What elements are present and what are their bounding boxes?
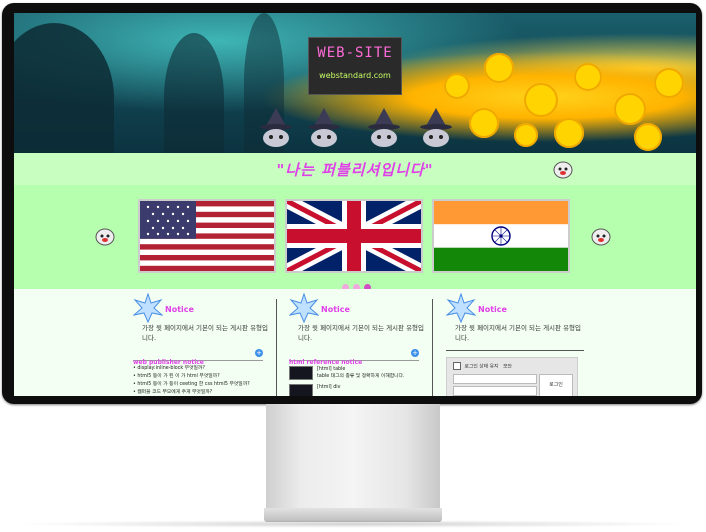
password-input[interactable]	[453, 386, 537, 396]
flower-shape	[574, 63, 602, 91]
monitor-bezel: WEB-SITE webstandard.com "나는 퍼블리셔입니다" No…	[2, 3, 702, 404]
prev-arrow-mascot-icon[interactable]	[94, 225, 116, 247]
usa-flag-slide[interactable]	[138, 199, 276, 273]
starburst-icon	[133, 293, 163, 323]
starburst-icon	[446, 293, 476, 323]
witch-character-icon	[308, 108, 340, 147]
notice-column: Notice 가장 윗 페이지에서 기본이 되는 게시판 유형입니다. web …	[133, 289, 283, 396]
column-divider	[276, 299, 277, 396]
notice-title: Notice	[165, 305, 194, 314]
thumbnail-tag: [html] table	[317, 367, 346, 372]
list-item[interactable]: • html5 등이 가 된 이 가 html 무엇일까?	[133, 373, 273, 381]
tree-shape	[164, 33, 224, 153]
thumbnail-image	[289, 366, 313, 380]
logo-subtitle: webstandard.com	[319, 71, 391, 80]
flower-shape	[469, 108, 499, 138]
image-slider	[14, 185, 696, 291]
login-options: 로그인 상태 유지 보안	[453, 362, 512, 370]
board-header: web publisher notice +	[133, 349, 263, 366]
thumbnail-tag: [html] div	[317, 385, 341, 390]
thumbnail-text: table 태그의 종류 및 정확하게 이해합니다.	[317, 374, 405, 379]
list-item-text[interactable]: 웹퍼블 코드 부모에게 주게 무엇일까?	[137, 390, 212, 395]
column-divider	[432, 299, 433, 396]
site-logo[interactable]: WEB-SITE webstandard.com	[308, 37, 402, 95]
more-button[interactable]: +	[411, 349, 419, 357]
list-item-text[interactable]: html5 등이 가 등이 ceeting 한 css html5 무엇일까?	[137, 382, 249, 387]
more-button[interactable]: +	[255, 349, 263, 357]
login-button[interactable]: 로그인	[539, 374, 573, 396]
monitor-stand	[266, 404, 440, 510]
list-item-text[interactable]: display:inline-block 무엇일까?	[137, 366, 205, 371]
uk-flag-slide[interactable]	[285, 199, 423, 273]
witch-character-icon	[368, 108, 400, 147]
section-divider	[446, 350, 584, 351]
notice-description: 가장 윗 페이지에서 기본이 되는 게시판 유형입니다.	[298, 324, 425, 342]
list-item-text[interactable]: html5 등이 가 된 이 가 html 무엇일까?	[137, 374, 219, 379]
notice-column: Notice 가장 윗 페이지에서 기본이 되는 게시판 유형입니다. html…	[289, 289, 439, 396]
flower-shape	[524, 83, 558, 117]
notice-header: Notice	[446, 293, 586, 323]
list-item[interactable]: • html5 등이 가 등이 ceeting 한 css html5 무엇일까…	[133, 381, 273, 389]
notice-description: 가장 윗 페이지에서 기본이 되는 게시판 유형입니다.	[455, 324, 582, 342]
notice-title: Notice	[478, 305, 507, 314]
screen: WEB-SITE webstandard.com "나는 퍼블리셔입니다" No…	[14, 13, 696, 396]
board-header: html reference notice +	[289, 349, 419, 366]
usa-flag-icon	[140, 201, 274, 271]
witch-character-icon	[260, 108, 292, 147]
india-flag-slide[interactable]	[432, 199, 570, 273]
next-arrow-mascot-icon[interactable]	[590, 225, 612, 247]
content-area: Notice 가장 윗 페이지에서 기본이 되는 게시판 유형입니다. web …	[14, 289, 696, 396]
flower-shape	[554, 118, 584, 148]
id-input[interactable]	[453, 374, 537, 384]
india-flag-icon	[434, 201, 568, 271]
starburst-icon	[289, 293, 319, 323]
board-title[interactable]: html reference notice	[289, 359, 362, 366]
flower-shape	[514, 123, 538, 147]
remember-label: 로그인 상태 유지	[464, 364, 499, 370]
thumbnail-image	[289, 384, 313, 396]
flower-shape	[654, 68, 684, 98]
notice-header: Notice	[133, 293, 273, 323]
hero-banner: WEB-SITE webstandard.com	[14, 13, 696, 153]
remember-checkbox[interactable]	[453, 362, 461, 370]
monitor-shadow	[10, 520, 696, 528]
slogan-bar: "나는 퍼블리셔입니다"	[14, 153, 696, 185]
notice-title: Notice	[321, 305, 350, 314]
flower-shape	[484, 53, 514, 83]
list-item[interactable]: • 웹퍼블 코드 부모에게 주게 무엇일까?	[133, 389, 273, 396]
mascot-icon	[553, 161, 573, 179]
security-label[interactable]: 보안	[503, 365, 512, 370]
witch-character-icon	[420, 108, 452, 147]
tree-shape	[14, 23, 114, 153]
list-item[interactable]: • display:inline-block 무엇일까?	[133, 365, 273, 373]
thumbnail-item[interactable]: [html] div	[289, 384, 429, 396]
logo-title: WEB-SITE	[317, 45, 393, 61]
notice-description: 가장 윗 페이지에서 기본이 되는 게시판 유형입니다.	[142, 324, 269, 342]
thumbnail-item[interactable]: [html] table table 태그의 종류 및 정확하게 이해합니다.	[289, 366, 429, 380]
slogan-text: "나는 퍼블리셔입니다"	[276, 161, 434, 179]
flower-shape	[444, 73, 470, 99]
flower-shape	[634, 123, 662, 151]
flower-shape	[614, 93, 646, 125]
notice-header: Notice	[289, 293, 429, 323]
login-form: 로그인 상태 유지 보안 로그인	[446, 357, 578, 396]
uk-flag-icon	[287, 201, 421, 271]
board-list: • display:inline-block 무엇일까? • html5 등이 …	[133, 365, 273, 396]
